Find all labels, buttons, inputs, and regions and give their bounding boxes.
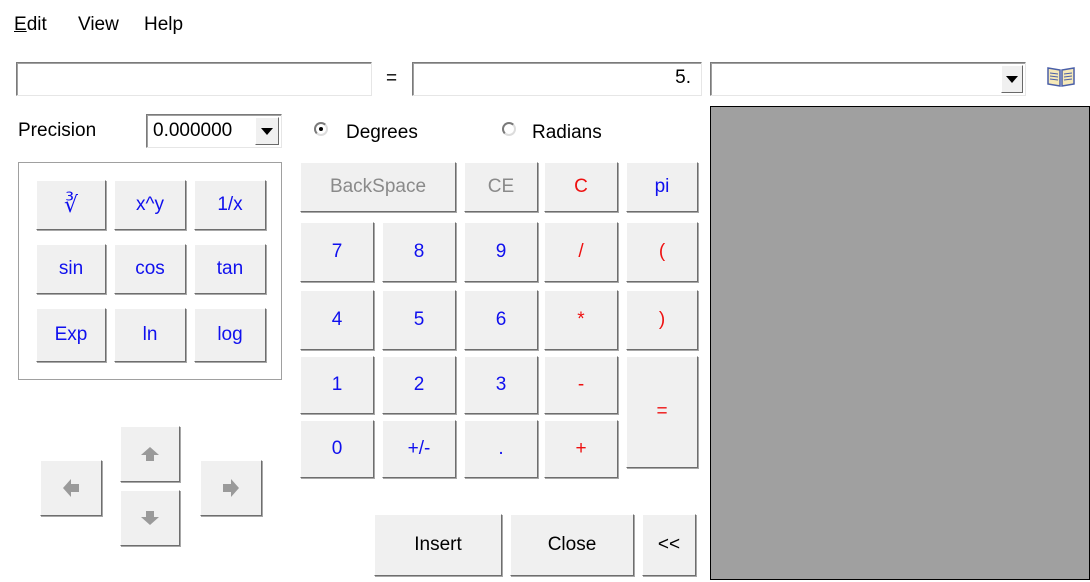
history-combo[interactable] [710,62,1026,96]
equals-label: = [386,68,398,89]
menu-view[interactable]: View [78,14,119,36]
root-icon: ∛ [63,192,79,217]
arrow-down-icon [141,511,159,525]
key-4[interactable]: 4 [300,290,374,350]
radians-label: Radians [532,122,602,143]
history-panel [710,106,1090,580]
history-combo-dropdown[interactable] [1001,65,1023,93]
exp-button[interactable]: Exp [36,308,106,362]
sin-button[interactable]: sin [36,244,106,294]
divide-button[interactable]: / [544,222,618,282]
tan-button[interactable]: tan [194,244,266,294]
key-3[interactable]: 3 [464,356,538,414]
arrow-down-button[interactable] [120,490,180,546]
negate-button[interactable]: +/- [382,420,456,478]
result-field[interactable]: 5. [412,62,702,96]
arrow-left-icon [63,479,79,497]
reciprocal-button[interactable]: 1/x [194,180,266,230]
arrow-up-icon [141,447,159,461]
decimal-button[interactable]: . [464,420,538,478]
multiply-button[interactable]: * [544,290,618,350]
key-0[interactable]: 0 [300,420,374,478]
key-2[interactable]: 2 [382,356,456,414]
add-button[interactable]: + [544,420,618,478]
key-6[interactable]: 6 [464,290,538,350]
left-paren-button[interactable]: ( [626,222,698,282]
collapse-button[interactable]: << [642,514,696,576]
chevron-down-icon [261,127,273,135]
arrow-right-button[interactable] [200,460,262,516]
key-9[interactable]: 9 [464,222,538,282]
radians-radio[interactable] [502,122,516,136]
arrow-left-button[interactable] [40,460,102,516]
right-paren-button[interactable]: ) [626,290,698,350]
subtract-button[interactable]: - [544,356,618,414]
ce-button[interactable]: CE [464,162,538,212]
power-button[interactable]: x^y [114,180,186,230]
ln-button[interactable]: ln [114,308,186,362]
arrow-up-button[interactable] [120,426,180,482]
key-8[interactable]: 8 [382,222,456,282]
backspace-button[interactable]: BackSpace [300,162,456,212]
degrees-label: Degrees [346,122,418,143]
root-button[interactable]: ∛ [36,180,106,230]
pi-button[interactable]: pi [626,162,698,212]
cos-button[interactable]: cos [114,244,186,294]
clear-button[interactable]: C [544,162,618,212]
insert-button[interactable]: Insert [374,514,502,576]
close-button[interactable]: Close [510,514,634,576]
precision-dropdown[interactable] [255,117,279,145]
menu-help[interactable]: Help [144,14,183,36]
key-5[interactable]: 5 [382,290,456,350]
key-1[interactable]: 1 [300,356,374,414]
precision-select[interactable]: 0.000000 [146,114,282,148]
key-7[interactable]: 7 [300,222,374,282]
log-button[interactable]: log [194,308,266,362]
arrow-right-icon [223,479,239,497]
chevron-down-icon [1006,75,1018,83]
menu-edit[interactable]: Edit [14,14,47,36]
degrees-radio[interactable] [314,122,328,136]
expression-input[interactable] [16,62,372,96]
precision-label: Precision [18,120,97,141]
book-icon[interactable] [1046,64,1076,90]
equals-button[interactable]: = [626,356,698,468]
